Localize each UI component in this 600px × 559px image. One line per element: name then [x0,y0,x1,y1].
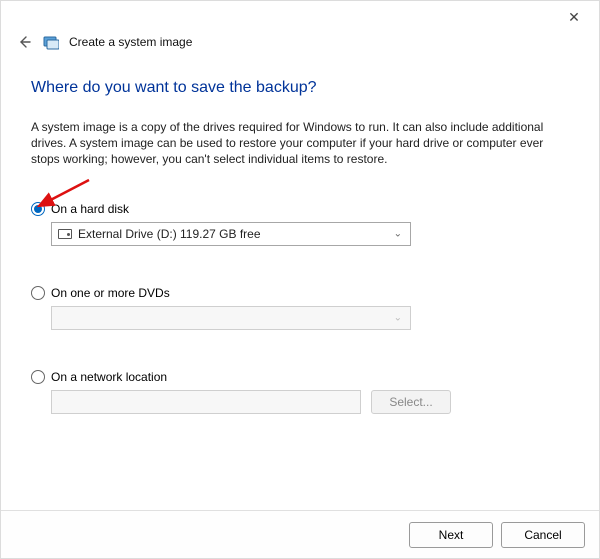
network-select-button: Select... [371,390,451,414]
back-arrow-icon[interactable] [15,33,33,51]
drive-select-value: External Drive (D:) 119.27 GB free [78,227,261,241]
option-network: On a network location Select... [31,370,569,414]
titlebar: ✕ [1,1,599,31]
radio-hard-disk[interactable]: On a hard disk [31,202,569,216]
radio-label: On a hard disk [51,202,129,216]
radio-icon [31,286,45,300]
network-row: Select... [51,390,569,414]
radio-dvds[interactable]: On one or more DVDs [31,286,569,300]
dialog-window: ✕ Create a system image Where do you wan… [0,0,600,559]
header: Create a system image [15,33,585,51]
cancel-button[interactable]: Cancel [501,522,585,548]
chevron-down-icon: ⌄ [394,228,402,239]
network-path-input [51,390,361,414]
next-button[interactable]: Next [409,522,493,548]
option-dvds: On one or more DVDs ⌄ [31,286,569,330]
option-hard-disk: On a hard disk External Drive (D:) 119.2… [31,202,569,246]
hard-drive-icon [58,229,72,239]
dialog-title: Create a system image [69,35,192,49]
question-heading: Where do you want to save the backup? [31,79,569,97]
radio-icon [31,370,45,384]
dialog-footer: Next Cancel [1,510,599,558]
radio-icon [31,202,45,216]
radio-label: On one or more DVDs [51,286,170,300]
close-icon[interactable]: ✕ [559,7,589,27]
content-area: Where do you want to save the backup? A … [31,79,569,500]
drive-select[interactable]: External Drive (D:) 119.27 GB free ⌄ [51,222,411,246]
system-image-icon [43,34,59,50]
chevron-down-icon: ⌄ [394,312,402,323]
radio-label: On a network location [51,370,167,384]
radio-network[interactable]: On a network location [31,370,569,384]
description-text: A system image is a copy of the drives r… [31,119,551,168]
dvd-drive-select: ⌄ [51,306,411,330]
